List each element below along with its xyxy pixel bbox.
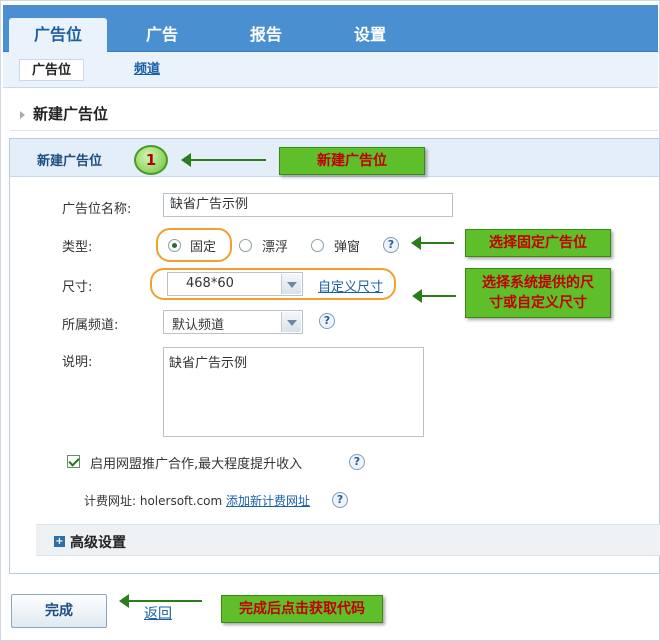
type-label: 类型: xyxy=(62,240,93,255)
type-popup-radio[interactable] xyxy=(311,239,324,252)
type-popup-label[interactable]: 弹窗 xyxy=(334,236,360,255)
highlight-fixed-option xyxy=(156,228,232,262)
description-textarea[interactable]: 缺省广告示例 xyxy=(163,347,424,437)
tab-reports[interactable]: 报告 xyxy=(217,18,315,52)
channel-select[interactable]: 默认频道 xyxy=(163,310,303,334)
channel-label: 所属频道: xyxy=(62,318,119,333)
subtab-ad-slots[interactable]: 广告位 xyxy=(19,59,85,81)
callout-size-line-1: 选择系统提供的尺 xyxy=(482,275,594,291)
type-float-radio[interactable] xyxy=(239,239,252,252)
advanced-settings-bar[interactable]: + 高级设置 xyxy=(36,524,660,556)
step-number-badge: 1 xyxy=(134,145,168,175)
type-float-label[interactable]: 漂浮 xyxy=(262,236,288,255)
channel-help-icon[interactable]: ? xyxy=(319,313,335,329)
name-label: 广告位名称: xyxy=(62,202,132,217)
advanced-settings-label[interactable]: 高级设置 xyxy=(70,532,126,552)
callout-choose-size: 选择系统提供的尺 寸或自定义尺寸 xyxy=(465,268,611,318)
tab-ads[interactable]: 广告 xyxy=(113,18,211,52)
callout-choose-fixed-text: 选择固定广告位 xyxy=(489,235,587,251)
arrow-left-icon xyxy=(119,594,202,608)
type-help-icon[interactable]: ? xyxy=(383,237,399,253)
back-link[interactable]: 返回 xyxy=(144,603,172,623)
done-button[interactable]: 完成 xyxy=(11,594,107,628)
chevron-down-icon xyxy=(281,312,301,332)
callout-after-done: 完成后点击获取代码 xyxy=(221,595,383,623)
size-label: 尺寸: xyxy=(62,280,93,295)
alliance-checkbox[interactable] xyxy=(67,455,80,468)
billing-url-label: 计费网址: holersoft.com xyxy=(84,494,223,508)
channel-value: 默认频道 xyxy=(172,318,225,333)
new-slot-panel: 新建广告位 广告位名称: 缺省广告示例 类型: 固定 漂浮 弹窗 ? 尺寸: 4… xyxy=(9,138,660,574)
tab-ad-slots[interactable]: 广告位 xyxy=(9,18,107,52)
tab-settings[interactable]: 设置 xyxy=(321,18,419,52)
alliance-help-icon[interactable]: ? xyxy=(349,454,365,470)
triangle-right-icon xyxy=(20,110,25,119)
billing-help-icon[interactable]: ? xyxy=(332,492,348,508)
arrow-left-icon xyxy=(412,289,456,303)
highlight-size-select xyxy=(150,268,396,300)
callout-size-line-2: 寸或自定义尺寸 xyxy=(489,295,587,311)
subtab-channels[interactable]: 频道 xyxy=(122,59,172,81)
description-label: 说明: xyxy=(62,355,93,370)
arrow-left-icon xyxy=(181,153,266,167)
panel-title: 新建广告位 xyxy=(37,154,103,169)
expand-plus-icon[interactable]: + xyxy=(54,536,65,547)
page-title-text: 新建广告位 xyxy=(33,105,109,123)
callout-choose-fixed: 选择固定广告位 xyxy=(465,229,611,257)
alliance-label: 启用网盟推广合作,最大程度提升收入 xyxy=(90,457,303,472)
arrow-left-icon xyxy=(411,236,454,250)
sub-nav-bar: 广告位 频道 xyxy=(3,52,658,88)
top-nav-bar: 广告位 广告 报告 设置 xyxy=(3,5,658,52)
divider xyxy=(10,130,660,131)
callout-new-slot: 新建广告位 xyxy=(279,147,425,175)
add-billing-url-link[interactable]: 添加新计费网址 xyxy=(226,492,310,509)
page-title: 新建广告位 xyxy=(20,103,108,124)
slot-name-input[interactable]: 缺省广告示例 xyxy=(163,193,453,217)
